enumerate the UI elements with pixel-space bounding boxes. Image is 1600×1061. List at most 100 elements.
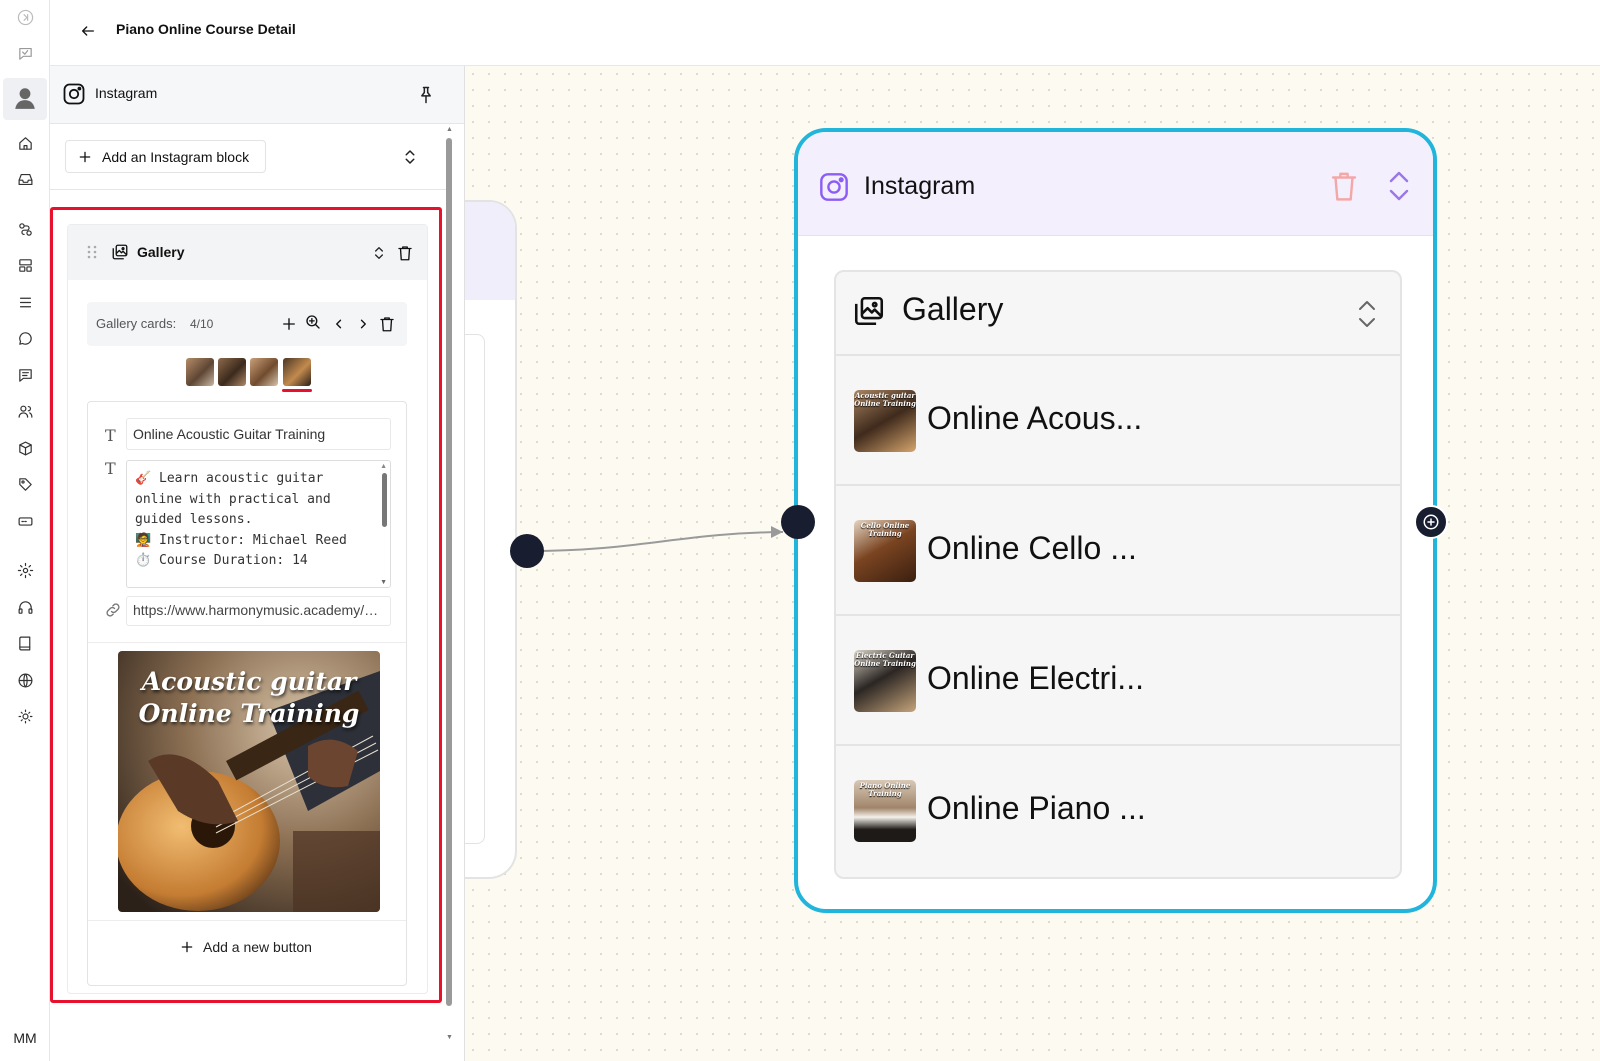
users-icon[interactable] (13, 399, 37, 423)
previous-node-header (465, 202, 515, 300)
gallery-title: Gallery (137, 244, 185, 260)
divider (88, 920, 406, 921)
delete-card-button[interactable] (378, 315, 396, 333)
add-new-button-label: Add a new button (203, 939, 312, 955)
add-card-button[interactable] (280, 315, 298, 333)
gallery-icon (112, 244, 128, 260)
node-gallery-block[interactable]: Gallery Acoustic guitar Online Training … (834, 270, 1402, 879)
expand-icon[interactable] (13, 5, 37, 29)
card-description-textarea[interactable]: 🎸 Learn acoustic guitar online with prac… (126, 460, 391, 588)
gallery-item-label: Online Acous... (927, 400, 1143, 436)
inbox-icon[interactable] (13, 167, 37, 191)
node-gallery-title: Gallery (902, 291, 1004, 327)
selected-thumbnail-indicator (282, 389, 312, 392)
instagram-icon (820, 173, 848, 201)
card-thumbnail-3[interactable] (250, 358, 278, 386)
instagram-node[interactable]: Instagram Gallery Acoustic guitar Online… (794, 128, 1437, 913)
box-icon[interactable] (13, 436, 37, 460)
gallery-item-acoustic[interactable]: Acoustic guitar Online Training Online A… (836, 356, 1400, 486)
message-icon[interactable] (13, 363, 37, 387)
gallery-item-thumbnail: Electric Guitar Online Training (854, 650, 916, 712)
gallery-cards-count: 4/10 (190, 317, 214, 331)
chevron-updown-icon[interactable] (401, 148, 419, 166)
chevron-right-icon (360, 319, 366, 329)
globe-icon[interactable] (13, 668, 37, 692)
link-icon (106, 603, 120, 617)
tag-icon[interactable] (13, 472, 37, 496)
gallery-cards-label: Gallery cards: (96, 316, 177, 331)
divider (88, 642, 406, 643)
card-image-caption: Online Training (138, 699, 360, 728)
left-rail: MM (0, 0, 50, 1061)
gallery-item-electric[interactable]: Electric Guitar Online Training Online E… (836, 616, 1400, 746)
settings-icon[interactable] (13, 558, 37, 582)
textarea-scrollbar[interactable] (382, 473, 387, 527)
add-instagram-block-button[interactable]: Add an Instagram block (65, 140, 266, 173)
scroll-down-arrow-icon[interactable]: ▼ (380, 579, 387, 586)
gallery-item-label: Online Electri... (927, 660, 1144, 696)
back-button[interactable] (77, 20, 99, 42)
add-new-button[interactable]: Add a new button (180, 939, 312, 955)
trash-icon[interactable] (396, 244, 414, 262)
prev-card-button[interactable] (330, 315, 348, 333)
sun-icon[interactable] (13, 704, 37, 728)
thumbnail-caption: Acoustic guitar Online Training (854, 391, 916, 408)
thumbnail-caption: Electric Guitar Online Training (854, 651, 916, 668)
chevron-updown-icon[interactable] (1356, 298, 1378, 330)
trash-icon[interactable] (1329, 169, 1359, 203)
card-title-input[interactable] (126, 418, 391, 450)
book-icon[interactable] (13, 631, 37, 655)
instagram-icon (63, 83, 85, 105)
card-description-text: 🎸 Learn acoustic guitar online with prac… (135, 471, 347, 568)
card-thumbnail-4[interactable] (283, 358, 311, 386)
comment-icon[interactable] (13, 326, 37, 350)
drag-handle-icon[interactable] (86, 244, 98, 260)
menu-icon[interactable] (13, 290, 37, 314)
panel-scrollbar[interactable] (446, 138, 452, 1006)
flow-icon[interactable] (13, 217, 37, 241)
previous-node-output-handle[interactable] (510, 534, 544, 568)
pin-icon[interactable] (416, 85, 436, 105)
user-initials[interactable]: MM (0, 1030, 50, 1046)
top-bar: Piano Online Course Detail (50, 0, 1600, 66)
chevron-updown-icon[interactable] (371, 244, 387, 262)
node-output-handle[interactable] (1414, 505, 1448, 539)
chat-bubble-icon[interactable] (13, 41, 37, 65)
page-title: Piano Online Course Detail (116, 21, 296, 37)
chevron-updown-icon[interactable] (1387, 169, 1411, 203)
card-image[interactable]: Acoustic guitar Online Training (118, 651, 380, 912)
zoom-in-icon (306, 315, 320, 329)
previous-node-content (465, 334, 485, 844)
plus-icon (283, 318, 295, 330)
next-card-button[interactable] (354, 315, 372, 333)
add-block-label: Add an Instagram block (102, 148, 250, 165)
gallery-cards-toolbar: Gallery cards: 4/10 (87, 302, 407, 346)
gallery-icon (854, 296, 884, 326)
gallery-item-thumbnail: Cello Online Training (854, 520, 916, 582)
scroll-up-arrow-icon[interactable]: ▲ (380, 463, 387, 470)
node-title: Instagram (864, 172, 976, 200)
card-thumbnail-2[interactable] (218, 358, 246, 386)
zoom-button[interactable] (304, 313, 322, 331)
plus-icon (181, 941, 193, 953)
thumbnail-caption: Cello Online Training (860, 521, 910, 538)
home-icon[interactable] (13, 131, 37, 155)
gallery-card-editor: T T 🎸 Learn acoustic guitar online with … (87, 401, 407, 986)
card-thumbnail-1[interactable] (186, 358, 214, 386)
divider (50, 189, 450, 190)
plus-circle-icon (1423, 514, 1439, 530)
gallery-item-cello[interactable]: Cello Online Training Online Cello ... (836, 486, 1400, 616)
avatar-icon[interactable] (11, 84, 39, 112)
node-header: Instagram (798, 132, 1433, 236)
node-gallery-header: Gallery (836, 272, 1400, 356)
card-icon[interactable] (13, 509, 37, 533)
gallery-item-piano[interactable]: Piano Online Training Online Piano ... (836, 746, 1400, 876)
panel-scroll-down-arrow-icon[interactable]: ▼ (446, 1034, 453, 1041)
card-url-input[interactable]: https://www.harmonymusic.academy/acousti… (126, 596, 391, 626)
layout-icon[interactable] (13, 253, 37, 277)
panel-scroll-up-arrow-icon[interactable]: ▲ (446, 126, 453, 133)
headset-icon[interactable] (13, 595, 37, 619)
gallery-item-label: Online Cello ... (927, 530, 1137, 566)
node-input-handle[interactable] (781, 505, 815, 539)
thumbnail-caption: Piano Online Training (859, 781, 911, 798)
